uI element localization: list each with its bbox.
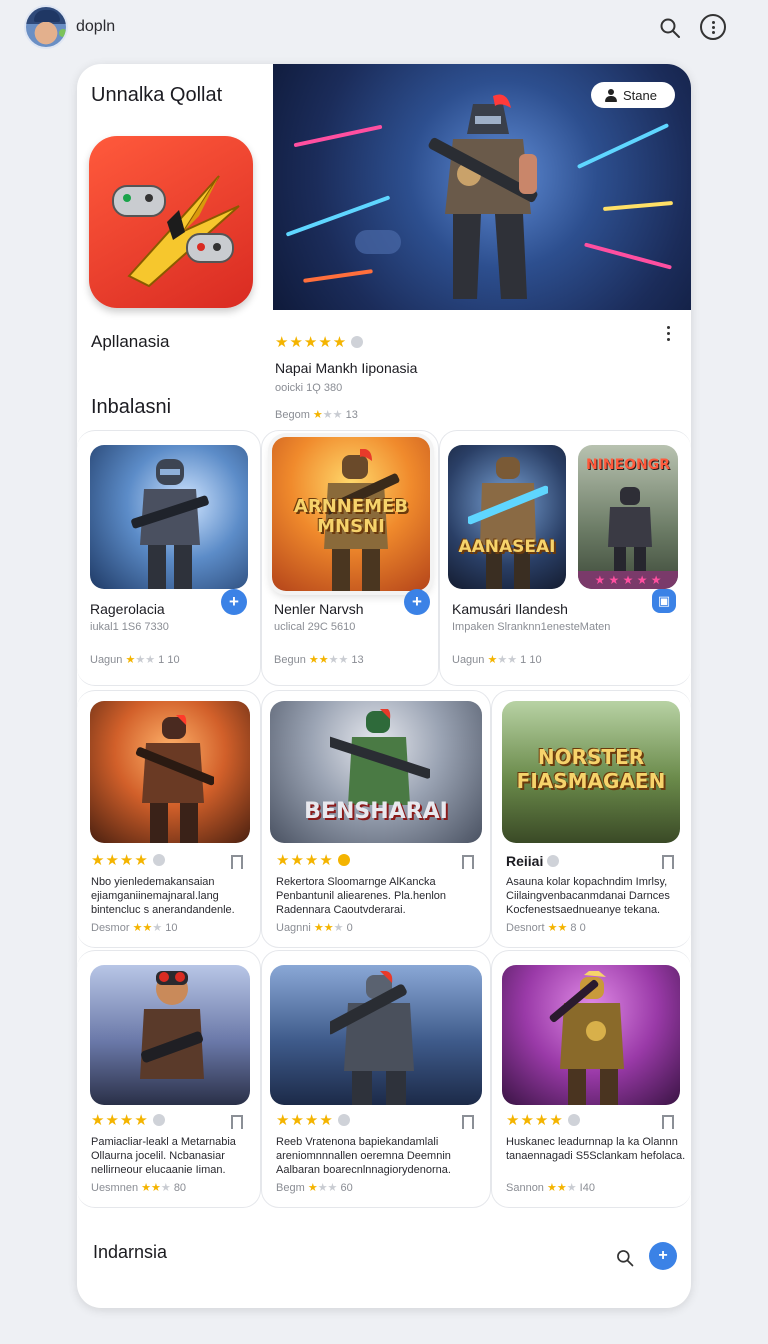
hero-info: ★★★★★ Napai Mankh Iiponasia ooicki 1Ǫ 38…: [275, 320, 575, 421]
thumbnail-title: NINEONGR: [585, 457, 671, 473]
rating: ★★★★: [506, 1111, 580, 1129]
game-thumbnail: [270, 965, 482, 1105]
game-meta: Uesmnen ★★★ 80: [91, 1182, 187, 1194]
add-button[interactable]: +: [221, 589, 247, 615]
soldier-figure: [131, 459, 209, 589]
game-description: Huskanec leadurnnap la ka Olannn tanaenn…: [506, 1136, 686, 1162]
share-button[interactable]: Stane: [591, 82, 675, 108]
bookmark-icon[interactable]: [231, 855, 243, 875]
game-thumbnail: [90, 965, 250, 1105]
thumbnail-title: AANASEAI: [458, 537, 556, 557]
rating: ★★★★: [91, 1111, 165, 1129]
game-thumbnail: [502, 965, 680, 1105]
soldier-figure: [549, 971, 624, 1105]
game-card[interactable]: NORSTER FIASMAGAEN Reiiai Asauna kolar k…: [491, 690, 691, 948]
bookmark-icon[interactable]: [231, 1115, 243, 1135]
add-button[interactable]: +: [649, 1242, 677, 1270]
game-description: Reeb Vratenona bapiekandamlali areniomnn…: [276, 1136, 451, 1176]
app-subtitle: uclical 29C 5610: [274, 621, 356, 633]
hero-more-icon[interactable]: [659, 322, 679, 346]
game-thumbnail: BENSHARAI: [270, 701, 482, 843]
hero-rating: ★★★★★: [275, 332, 364, 352]
game-card[interactable]: ★★★★ Pamiacliar-leakl a Metarnabia Ollau…: [77, 950, 261, 1208]
controller-icon: [112, 175, 240, 288]
soldier-figure: [140, 971, 204, 1079]
avatar[interactable]: [24, 5, 68, 49]
search-icon[interactable]: [615, 1248, 635, 1268]
game-card[interactable]: ★★★★ Reeb Vratenona bapiekandamlali aren…: [261, 950, 491, 1208]
rating: ★★★★: [276, 851, 350, 869]
hero-meta: Begom ★★★ 13: [275, 409, 358, 421]
gamepad-icon: [355, 230, 401, 254]
app-subtitle: Impaken Slranknn1enesteMaten: [452, 621, 611, 633]
rating: ★★★★: [91, 851, 165, 869]
app-thumbnail: [90, 445, 248, 589]
soldier-figure: [330, 971, 414, 1105]
thumbnail-title: BENSHARAI: [304, 799, 448, 824]
more-options-icon[interactable]: [700, 14, 726, 40]
username: dopln: [76, 18, 116, 35]
app-thumbnail: AANASEAI: [448, 445, 566, 589]
soldier-figure: [608, 487, 652, 575]
hero-title: Napai Mankh Iiponasia: [275, 360, 418, 376]
top-bar: dopln: [0, 0, 768, 56]
app-title: Ragerolacia: [90, 601, 165, 617]
badge-icon: [351, 336, 364, 348]
app-thumbnail: ARNNEMEB MNSNI: [272, 437, 430, 591]
app-meta: Begun ★★★★ 13: [274, 654, 364, 666]
game-meta: Uagnni ★★★ 0: [276, 922, 353, 934]
soldier-figure: [428, 94, 538, 299]
bookmark-icon[interactable]: [662, 855, 674, 875]
game-title: Reiiai: [506, 853, 560, 869]
app-title: Kamusári Ilandesh: [452, 601, 568, 617]
game-thumbnail: [90, 701, 250, 843]
game-thumbnail: NORSTER FIASMAGAEN: [502, 701, 680, 843]
app-card[interactable]: AANASEAI NINEONGR ★ ★ ★ ★ ★ ▣ Kamusári I…: [439, 430, 691, 686]
app-card[interactable]: ARNNEMEB MNSNI + Nenler Narvsh uclical 2…: [261, 430, 439, 686]
app-title: Nenler Narvsh: [274, 601, 364, 617]
featured-section-title: Unnalka Qollat: [91, 84, 223, 106]
add-button[interactable]: +: [404, 589, 430, 615]
app-badge-icon[interactable]: ▣: [652, 589, 676, 613]
game-description: Pamiacliar-leakl a Metarnabia Ollaurna j…: [91, 1136, 236, 1176]
app-meta: Uagun ★★★ 1 10: [452, 654, 542, 666]
game-card[interactable]: BENSHARAI ★★★★ Rekertora Sloomarnge AlKa…: [261, 690, 491, 948]
soldier-figure: [135, 715, 214, 843]
stars-strip: ★ ★ ★ ★ ★: [578, 571, 678, 589]
bookmark-icon[interactable]: [662, 1115, 674, 1135]
person-icon: [605, 88, 617, 102]
game-meta: Sannon ★★★ I40: [506, 1182, 595, 1194]
app-card[interactable]: + Ragerolacia iukal1 1S6 7330 Uagun ★★★ …: [77, 430, 261, 686]
footer-title: Indarnsia: [93, 1242, 168, 1262]
game-card[interactable]: ★★★★ Huskanec leadurnnap la ka Olannn ta…: [491, 950, 691, 1208]
hero-subtitle: ooicki 1Ǫ 380: [275, 382, 343, 394]
game-description: Rekertora Sloomarnge AlKancka Penbantuni…: [276, 876, 447, 916]
soldier-figure: [468, 457, 548, 589]
featured-app-name: Apllanasia: [91, 332, 170, 351]
game-meta: Begm ★★★ 60: [276, 1182, 353, 1194]
bookmark-icon[interactable]: [462, 1115, 474, 1135]
app-thumbnail: NINEONGR ★ ★ ★ ★ ★: [578, 445, 678, 589]
rating: ★★★★: [276, 1111, 350, 1129]
section-title-2: Inbalasni: [91, 396, 172, 418]
game-description: Asauna kolar kopachndim Imrlsy, Ciilaing…: [506, 876, 670, 916]
search-icon[interactable]: [658, 16, 682, 40]
game-description: Nbo yienledemakansaian ejiamganiinemajna…: [91, 876, 235, 916]
bookmark-icon[interactable]: [462, 855, 474, 875]
app-meta: Uagun ★★★ 1 10: [90, 654, 180, 666]
game-card[interactable]: ★★★★ Nbo yienledemakansaian ejiamganiine…: [77, 690, 261, 948]
app-subtitle: iukal1 1S6 7330: [90, 621, 169, 633]
game-meta: Desnort ★★ 8 0: [506, 922, 586, 934]
game-meta: Desmor ★★★ 10: [91, 922, 178, 934]
featured-app-icon[interactable]: [89, 136, 253, 308]
thumbnail-title: ARNNEMEB MNSNI: [293, 496, 409, 537]
thumbnail-title: NORSTER FIASMAGAEN: [516, 745, 666, 793]
main-panel: Unnalka Qollat Apllanasia Inbalasni Stan…: [77, 64, 691, 1308]
